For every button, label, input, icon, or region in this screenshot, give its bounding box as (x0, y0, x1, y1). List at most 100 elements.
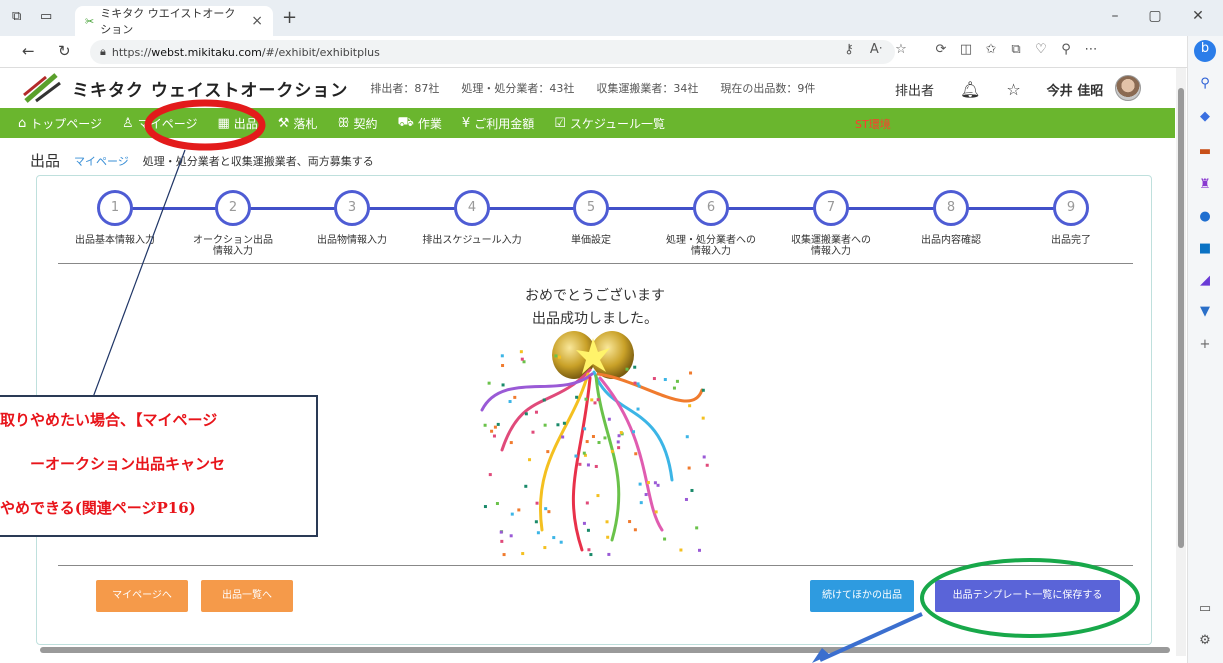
url-path: /#/exhibit/exhibitplus (261, 45, 380, 59)
search-icon[interactable]: ⚲ (1196, 75, 1214, 93)
close-tab-icon[interactable]: × (251, 13, 263, 29)
confetti-dot (575, 395, 579, 399)
confetti-dot (513, 395, 517, 399)
vertical-scrollbar[interactable] (1176, 68, 1186, 656)
confetti-dot (605, 520, 609, 524)
performance-icon[interactable]: ♡ (1030, 42, 1052, 57)
hide-sidebar-icon[interactable]: ▭ (1196, 600, 1214, 618)
divider-top (58, 263, 1133, 264)
back-arrow-icon[interactable]: ← (22, 42, 35, 60)
games-icon[interactable]: ● (1196, 208, 1214, 226)
read-aloud-icon[interactable]: Aᐧ (865, 42, 887, 57)
step-label-5: 単価設定 (531, 235, 651, 246)
nav-label: ご利用金額 (474, 116, 535, 131)
confetti-dot (517, 508, 521, 512)
truck-icon: ⛟ (397, 114, 414, 130)
nav-item-work[interactable]: ⛟ 作業 (398, 115, 442, 132)
save-template-button[interactable]: 出品テンプレート一覧に保存する (935, 580, 1120, 612)
confetti-dot (586, 463, 590, 467)
split-screen-icon[interactable]: ◫ (955, 42, 977, 57)
confetti-dot (509, 441, 513, 445)
workspaces-icon[interactable]: ⧉ (12, 9, 21, 24)
nav-item-top[interactable]: ⌂ トップページ (18, 115, 102, 132)
confetti-dot (656, 483, 660, 487)
confetti-dot (625, 367, 629, 371)
browser-tab-bar: ⧉ ▭ ✂ ミキタク ウエイストオークション × + – ▢ ✕ (0, 0, 1223, 36)
horizontal-scrollbar-thumb[interactable] (40, 647, 1170, 653)
nav-label: スケジュール一覧 (569, 116, 666, 131)
divider-bottom (58, 565, 1133, 566)
confetti-dot (584, 397, 588, 401)
avatar[interactable] (1115, 75, 1141, 101)
breadcrumb-mypage-link[interactable]: マイページ (74, 153, 129, 169)
bell-icon[interactable]: 🔔︎ (960, 80, 980, 99)
refresh-icon[interactable]: ↻ (58, 42, 71, 60)
settings-gear-icon[interactable]: ⚙ (1196, 632, 1214, 650)
exhibit-list-button[interactable]: 出品一覧へ (201, 580, 293, 612)
confetti-dot (583, 427, 587, 431)
confetti-dot (496, 422, 500, 426)
browser-tab[interactable]: ✂ ミキタク ウエイストオークション × (75, 6, 273, 36)
nav-item-bid[interactable]: ⚒ 落札 (278, 115, 318, 132)
nav-item-fees[interactable]: ¥ ご利用金額 (462, 115, 534, 132)
confetti-dot (607, 417, 611, 421)
extensions-icon[interactable]: ⟳ (930, 42, 952, 57)
scrollbar-thumb[interactable] (1178, 88, 1184, 548)
tag-icon[interactable]: ◆ (1196, 108, 1214, 126)
success-text: 出品成功しました。 (532, 311, 658, 327)
tab-actions-icon[interactable]: ▭ (40, 9, 52, 24)
designer-icon[interactable]: ◢ (1196, 272, 1214, 290)
outlook-icon[interactable]: ■ (1196, 240, 1214, 258)
confetti-dot (524, 484, 528, 488)
url-bar[interactable]: 🔒︎ https://webst.mikitaku.com/#/exhibit/… (90, 40, 895, 64)
step-label-line: 処理・処分業者への (666, 235, 756, 246)
confetti-dot (582, 521, 586, 525)
confetti-dot (663, 378, 667, 382)
nav-item-contract[interactable]: ꕥ 契約 (337, 115, 377, 132)
confetti-dot (638, 482, 642, 486)
nav-label: 落札 (293, 116, 318, 131)
maximize-icon[interactable]: ▢ (1140, 8, 1170, 24)
confetti-dot (531, 430, 535, 434)
favorites-icon[interactable]: ✩ (980, 42, 1002, 57)
confetti-dot (519, 350, 523, 354)
confetti-dot (528, 458, 532, 462)
confetti-dot (488, 473, 492, 477)
close-window-icon[interactable]: ✕ (1183, 8, 1213, 24)
copilot-icon[interactable]: b (1194, 40, 1216, 62)
step-label-line: 情報入力 (811, 246, 851, 257)
horizontal-scrollbar[interactable] (30, 645, 1180, 655)
mypage-button[interactable]: マイページへ (96, 580, 188, 612)
more-menu-icon[interactable]: ⋯ (1080, 42, 1102, 57)
favorite-star-icon[interactable]: ☆ (890, 42, 912, 57)
mikitaku-logo-icon (23, 73, 61, 103)
confetti-dot (607, 552, 611, 556)
step-circle-4: 4 (454, 190, 490, 226)
main-nav: ⌂ トップページ ♙ マイページ ▦ 出品 ⚒ 落札 ꕥ 契約 ⛟ 作業 ¥ ご利用金額 ☑ ス… (0, 108, 1175, 138)
nav-item-mypage[interactable]: ♙ マイページ (122, 115, 197, 132)
tools-icon[interactable]: ♜ (1196, 176, 1214, 194)
add-app-icon[interactable]: + (1196, 336, 1214, 354)
boxes-icon: ▦ (217, 115, 230, 131)
collections-icon[interactable]: ⧉ (1005, 42, 1027, 57)
confetti-dot (492, 434, 496, 438)
confetti-dot (603, 436, 607, 440)
new-tab-icon[interactable]: + (282, 7, 297, 28)
url-host: webst.mikitaku.com (151, 45, 262, 59)
step-label-8: 出品内容確認 (891, 235, 1011, 246)
nav-item-exhibit[interactable]: ▦ 出品 (217, 115, 257, 132)
annotation-line-1: 取りやめたい場合、【マイページ (0, 411, 218, 429)
confetti-dot (617, 446, 621, 450)
favorite-icon[interactable]: ☆ (1006, 80, 1020, 99)
user-name[interactable]: 今井 佳昭 (1047, 80, 1104, 99)
step-label-9: 出品完了 (1011, 235, 1131, 246)
key-icon[interactable]: ⚷ (838, 42, 860, 57)
confetti-dot (501, 364, 505, 368)
shopping-icon[interactable]: ▬ (1196, 143, 1214, 161)
continue-exhibit-button[interactable]: 続けてほかの出品 (810, 580, 914, 612)
minimize-icon[interactable]: – (1100, 8, 1130, 24)
nav-item-schedule[interactable]: ☑ スケジュール一覧 (554, 115, 665, 132)
profile-icon[interactable]: ⚲ (1055, 42, 1077, 57)
drop-icon[interactable]: ▼ (1196, 303, 1214, 321)
confetti-dot (589, 553, 593, 557)
